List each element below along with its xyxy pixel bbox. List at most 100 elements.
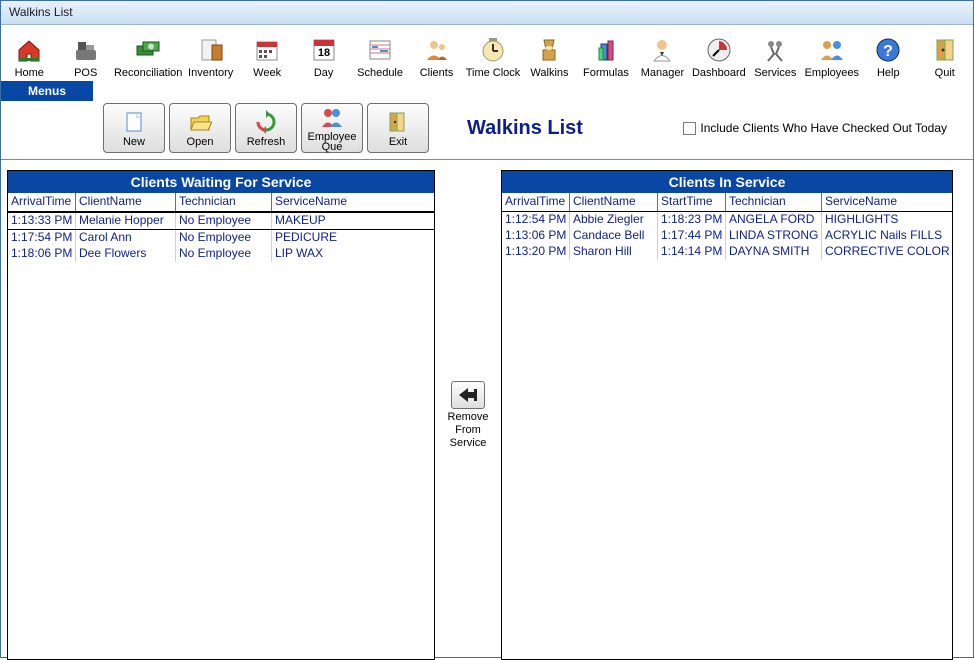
- window-titlebar: Walkins List: [1, 1, 973, 25]
- action-label: Refresh: [247, 137, 286, 147]
- toolbar-label: Employees: [805, 67, 859, 79]
- toolbar-services[interactable]: Services: [747, 25, 803, 81]
- toolbar-quit[interactable]: Quit: [917, 25, 973, 81]
- cell-tech: No Employee: [176, 246, 272, 262]
- day-icon: 18: [308, 34, 340, 66]
- cell-client: Sharon Hill: [570, 244, 658, 260]
- clients-icon: [421, 34, 453, 66]
- table-row[interactable]: 1:12:54 PMAbbie Ziegler1:18:23 PMANGELA …: [502, 212, 952, 228]
- action-open[interactable]: Open: [169, 103, 231, 153]
- cell-tech: LINDA STRONG: [726, 228, 822, 244]
- menus-label: Menus: [28, 84, 66, 98]
- toolbar-label: Week: [253, 67, 281, 79]
- cell-arrival: 1:13:20 PM: [502, 244, 570, 260]
- cell-service: HIGHLIGHTS: [822, 212, 952, 228]
- toolbar-label: Home: [15, 67, 44, 79]
- remove-from-service-button[interactable]: [451, 381, 485, 409]
- svg-text:18: 18: [317, 47, 329, 59]
- between-area: RemoveFromService: [439, 170, 497, 660]
- cell-tech: DAYNA SMITH: [726, 244, 822, 260]
- cell-tech: No Employee: [176, 230, 272, 246]
- action-employee-que[interactable]: EmployeeQue: [301, 103, 363, 153]
- employeeque-icon: [319, 104, 345, 130]
- toolbar-home[interactable]: Home: [1, 25, 57, 81]
- table-row[interactable]: 1:13:20 PMSharon Hill1:14:14 PMDAYNA SMI…: [502, 244, 952, 260]
- table-row[interactable]: 1:13:06 PMCandace Bell1:17:44 PMLINDA ST…: [502, 228, 952, 244]
- new-icon: [121, 109, 147, 135]
- col-servicename[interactable]: ServiceName: [272, 193, 434, 211]
- cell-client: Dee Flowers: [76, 246, 176, 262]
- action-label: New: [123, 137, 145, 147]
- toolbar-manager[interactable]: Manager: [634, 25, 690, 81]
- col-clientname[interactable]: ClientName: [76, 193, 176, 211]
- col-starttime[interactable]: StartTime: [658, 193, 726, 211]
- toolbar-label: Manager: [641, 67, 684, 79]
- toolbar-walkins[interactable]: Walkins: [521, 25, 577, 81]
- include-checked-out-checkbox[interactable]: Include Clients Who Have Checked Out Tod…: [683, 121, 947, 135]
- cell-client: Abbie Ziegler: [570, 212, 658, 228]
- cell-service: LIP WAX: [272, 246, 434, 262]
- week-icon: [251, 34, 283, 66]
- cell-start: 1:17:44 PM: [658, 228, 726, 244]
- toolbar-dashboard[interactable]: Dashboard: [691, 25, 747, 81]
- open-icon: [187, 109, 213, 135]
- col-technician[interactable]: Technician: [176, 193, 272, 211]
- toolbar-week[interactable]: Week: [239, 25, 295, 81]
- toolbar-schedule[interactable]: Schedule: [352, 25, 408, 81]
- toolbar-reconciliation[interactable]: Reconciliation: [114, 25, 182, 81]
- toolbar-label: Formulas: [583, 67, 629, 79]
- cell-client: Candace Bell: [570, 228, 658, 244]
- toolbar-label: Day: [314, 67, 334, 79]
- cell-arrival: 1:17:54 PM: [8, 230, 76, 246]
- col-arrivaltime[interactable]: ArrivalTime: [502, 193, 570, 211]
- formulas-icon: [590, 34, 622, 66]
- checkbox-icon: [683, 122, 696, 135]
- svg-text:?: ?: [883, 43, 893, 60]
- menus-button[interactable]: Menus: [1, 81, 93, 101]
- col-servicename[interactable]: ServiceName: [822, 193, 952, 211]
- toolbar-formulas[interactable]: Formulas: [578, 25, 634, 81]
- cell-arrival: 1:18:06 PM: [8, 246, 76, 262]
- toolbar-inventory[interactable]: Inventory: [182, 25, 238, 81]
- action-label: Open: [187, 137, 214, 147]
- table-row[interactable]: 1:13:33 PMMelanie HopperNo EmployeeMAKEU…: [8, 212, 434, 230]
- services-icon: [759, 34, 791, 66]
- toolbar-label: Schedule: [357, 67, 403, 79]
- col-technician[interactable]: Technician: [726, 193, 822, 211]
- inservice-panel: Clients In Service ArrivalTime ClientNam…: [501, 170, 953, 660]
- toolbar-label: Dashboard: [692, 67, 746, 79]
- table-row[interactable]: 1:17:54 PMCarol AnnNo EmployeePEDICURE: [8, 230, 434, 246]
- cell-service: ACRYLIC Nails FILLS: [822, 228, 952, 244]
- col-arrivaltime[interactable]: ArrivalTime: [8, 193, 76, 211]
- cell-service: CORRECTIVE COLOR: [822, 244, 952, 260]
- inservice-columns: ArrivalTime ClientName StartTime Technic…: [502, 193, 952, 212]
- cell-arrival: 1:13:06 PM: [502, 228, 570, 244]
- inservice-panel-header: Clients In Service: [502, 171, 952, 193]
- col-clientname[interactable]: ClientName: [570, 193, 658, 211]
- cell-arrival: 1:13:33 PM: [8, 213, 76, 229]
- toolbar-label: Services: [754, 67, 796, 79]
- action-new[interactable]: New: [103, 103, 165, 153]
- schedule-icon: [364, 34, 396, 66]
- inventory-icon: [195, 34, 227, 66]
- panels-container: Clients Waiting For Service ArrivalTime …: [1, 160, 973, 660]
- toolbar-label: Reconciliation: [114, 67, 182, 79]
- table-row[interactable]: 1:18:06 PMDee FlowersNo EmployeeLIP WAX: [8, 246, 434, 262]
- toolbar-employees[interactable]: Employees: [804, 25, 860, 81]
- action-exit[interactable]: Exit: [367, 103, 429, 153]
- cell-client: Melanie Hopper: [76, 213, 176, 229]
- toolbar-label: Quit: [935, 67, 955, 79]
- toolbar-label: Help: [877, 67, 900, 79]
- action-refresh[interactable]: Refresh: [235, 103, 297, 153]
- walkins-icon: [533, 34, 565, 66]
- cell-service: PEDICURE: [272, 230, 434, 246]
- waiting-panel-header: Clients Waiting For Service: [8, 171, 434, 193]
- toolbar-help[interactable]: ? Help: [860, 25, 916, 81]
- cell-client: Carol Ann: [76, 230, 176, 246]
- toolbar-clients[interactable]: Clients: [408, 25, 464, 81]
- exit-icon: [385, 109, 411, 135]
- toolbar-label: Walkins: [530, 67, 568, 79]
- toolbar-pos[interactable]: POS: [57, 25, 113, 81]
- toolbar-day[interactable]: 18 Day: [295, 25, 351, 81]
- toolbar-time-clock[interactable]: Time Clock: [465, 25, 521, 81]
